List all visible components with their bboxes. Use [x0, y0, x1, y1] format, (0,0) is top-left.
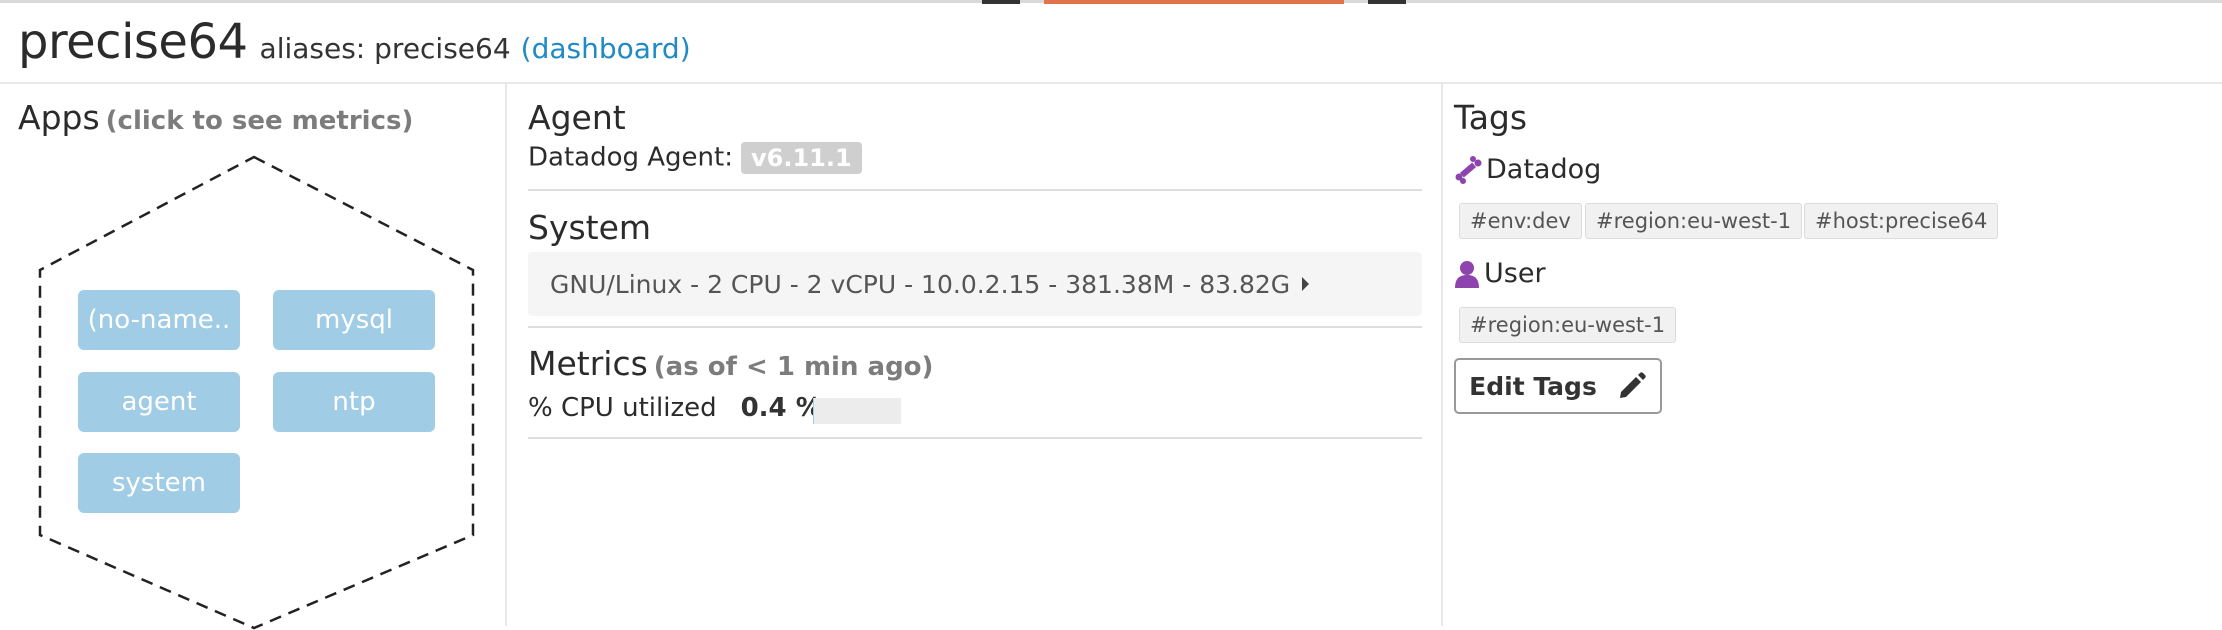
tag-region-eu-west-1[interactable]: #region:eu-west-1: [1585, 203, 1802, 239]
metrics-divider: [528, 437, 1422, 439]
system-title: System: [528, 208, 651, 247]
agent-version-line: Datadog Agent: v6.11.1: [528, 142, 862, 174]
app-ntp-button[interactable]: ntp: [273, 372, 435, 432]
host-title: precise64: [18, 14, 248, 70]
metrics-heading: Metrics(as of < 1 min ago): [528, 344, 933, 383]
agent-title: Agent: [528, 98, 626, 137]
app-no-name-button[interactable]: (no-name..: [78, 290, 240, 350]
cpu-utilization-bar: [813, 398, 901, 424]
apps-title: Apps: [18, 98, 100, 137]
user-tags-label: User: [1484, 258, 1546, 289]
edit-tags-button[interactable]: Edit Tags: [1454, 358, 1662, 414]
cpu-value: 0.4 %: [741, 393, 822, 423]
top-accent-left: [982, 0, 1020, 4]
cpu-label: % CPU utilized: [528, 393, 717, 423]
tag-env-dev[interactable]: #env:dev: [1459, 203, 1582, 239]
apps-heading: Apps(click to see metrics): [18, 98, 413, 137]
system-summary: GNU/Linux - 2 CPU - 2 vCPU - 10.0.2.15 -…: [550, 270, 1290, 299]
system-divider: [528, 326, 1422, 328]
metrics-title: Metrics: [528, 344, 648, 383]
edit-tags-label: Edit Tags: [1469, 372, 1597, 401]
app-mysql-button[interactable]: mysql: [273, 290, 435, 350]
column-divider-right: [1441, 84, 1443, 626]
top-accent-center: [1044, 0, 1344, 4]
tag-host-precise64[interactable]: #host:precise64: [1804, 203, 1998, 239]
header-divider: [0, 82, 2222, 84]
app-agent-button[interactable]: agent: [78, 372, 240, 432]
metrics-subtitle: (as of < 1 min ago): [654, 352, 934, 382]
agent-version-badge: v6.11.1: [741, 142, 862, 174]
app-system-button[interactable]: system: [78, 453, 240, 513]
host-aliases: aliases: precise64: [260, 32, 511, 65]
user-tags-group: User: [1454, 258, 1546, 289]
top-accent-right: [1368, 0, 1406, 4]
caret-right-icon: [1302, 277, 1309, 291]
dashboard-link[interactable]: (dashboard): [521, 32, 691, 65]
bone-icon: [1454, 156, 1482, 184]
cpu-metric-line: % CPU utilized 0.4 %: [528, 393, 822, 423]
system-summary-toggle[interactable]: GNU/Linux - 2 CPU - 2 vCPU - 10.0.2.15 -…: [528, 252, 1422, 316]
host-header: precise64 aliases: precise64 (dashboard): [18, 14, 691, 76]
column-divider-left: [505, 84, 507, 626]
agent-divider: [528, 189, 1422, 191]
datadog-tags-group: Datadog: [1454, 154, 1601, 185]
pencil-icon: [1617, 371, 1647, 401]
tag-user-region-eu-west-1[interactable]: #region:eu-west-1: [1459, 307, 1676, 343]
datadog-tags-label: Datadog: [1486, 154, 1601, 185]
user-icon: [1454, 260, 1480, 288]
apps-subtitle: (click to see metrics): [106, 106, 414, 136]
agent-label: Datadog Agent:: [528, 143, 733, 173]
tags-title: Tags: [1454, 98, 1527, 137]
